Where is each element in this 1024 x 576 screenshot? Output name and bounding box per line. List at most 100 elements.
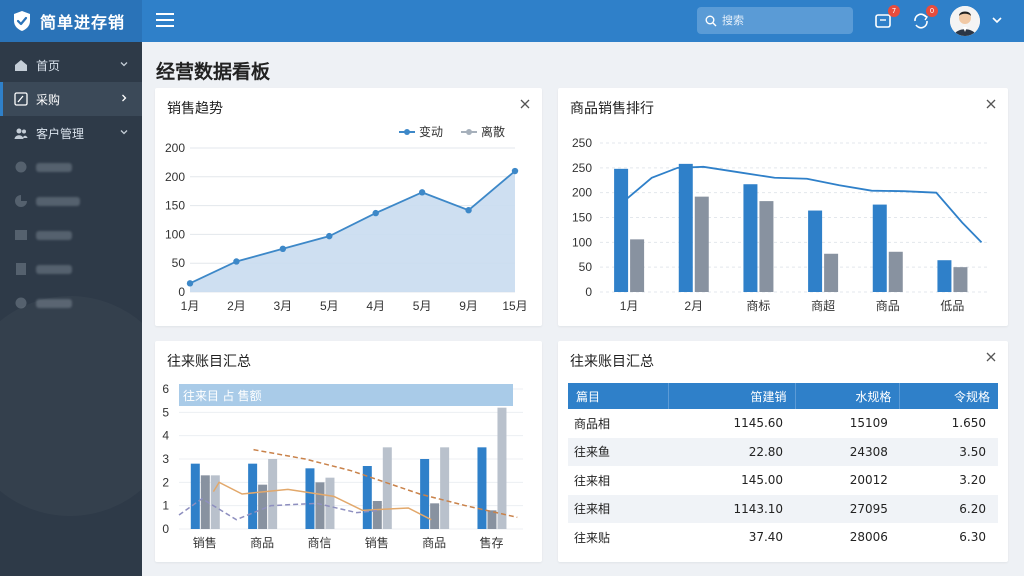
y-tick-label: 5: [162, 405, 169, 419]
x-tick-label: 销售: [365, 535, 389, 550]
bar: [382, 447, 392, 529]
edit-icon: [14, 92, 28, 106]
table-cell: 往来相: [574, 473, 611, 488]
chevron-down-icon[interactable]: [992, 15, 1002, 25]
bar: [477, 447, 487, 529]
card-title: 销售趋势: [167, 101, 223, 117]
search-box[interactable]: [697, 7, 853, 34]
y-tick-label: 250: [572, 136, 592, 150]
bar: [872, 204, 887, 292]
x-tick-label: 3月: [274, 299, 293, 313]
bar: [743, 184, 758, 292]
column-header[interactable]: 水规格: [795, 383, 901, 409]
y-tick-label: 250: [572, 161, 592, 175]
data-point: [279, 245, 287, 252]
table-row[interactable]: 往来相 145.00 20012 3.20: [568, 466, 998, 495]
table-cell: 37.40: [748, 530, 784, 545]
x-tick-label: 商超: [811, 298, 835, 313]
sidebar-item-blurred[interactable]: [0, 252, 142, 286]
bar: [694, 196, 709, 292]
accounts-chart-card: 0 1 2 3 4 5 6 往来目 占 售额 销售 商品 商信 销售 商品 售存 往来账目汇总: [155, 341, 542, 562]
data-point: [465, 207, 472, 214]
x-tick-label: 9月: [459, 299, 478, 313]
legend-label: 变动: [419, 124, 443, 139]
close-icon[interactable]: [986, 99, 996, 109]
chart-header-text: 往来目 占 售额: [183, 388, 262, 403]
bar: [190, 463, 200, 529]
message-button[interactable]: 0: [910, 5, 938, 32]
sidebar-item-label: 客户管理: [36, 126, 85, 141]
y-tick-label: 100: [572, 235, 592, 249]
menu-toggle-icon[interactable]: [156, 13, 174, 29]
legend-marker: [404, 129, 410, 135]
x-tick-label: 商标: [746, 298, 770, 313]
brand[interactable]: 简单进存销: [0, 0, 142, 42]
data-point: [186, 280, 194, 287]
y-tick-label: 200: [165, 141, 185, 155]
notification-button[interactable]: 7: [872, 5, 900, 32]
column-header[interactable]: 令规格: [899, 383, 998, 409]
bar: [372, 501, 382, 529]
legend-marker: [466, 129, 472, 135]
sidebar-item-home[interactable]: 首页: [0, 48, 142, 82]
bar: [759, 201, 774, 292]
product-ranking-chart: 0 50 100 150 200 250 250 1月 2月 商标 商超 商品 低品: [572, 136, 988, 313]
table-cell: 1145.60: [733, 416, 784, 431]
table-cell: 往来贴: [574, 530, 611, 545]
table-row[interactable]: 往来相 1143.10 27095 6.20: [568, 494, 998, 523]
table-cell: 6.20: [899, 494, 998, 523]
table-cell: 往来相: [568, 494, 669, 523]
column-header[interactable]: 笛建销: [668, 383, 796, 409]
blurred-label: [36, 162, 72, 172]
notification-badge: 7: [888, 5, 900, 17]
data-point: [372, 209, 379, 217]
table-row[interactable]: 往来鱼 22.80 24308 3.50: [568, 437, 998, 466]
brand-name: 简单进存销: [40, 13, 126, 32]
sales-trend-card: 0 50 100 150 200 200 1月 2月 3月 5月 4月 5月 9月 15月 变动 离散 销售趋…: [155, 88, 542, 326]
y-tick-label: 4: [162, 429, 169, 443]
search-input[interactable]: [722, 14, 842, 27]
table-cell: 27095: [795, 494, 900, 523]
x-tick-label: 1月: [620, 299, 639, 313]
user-avatar[interactable]: [950, 6, 980, 36]
bar: [497, 407, 507, 529]
sidebar-item-blurred[interactable]: [0, 150, 142, 184]
close-icon[interactable]: [520, 99, 530, 109]
pie-chart-icon: [15, 195, 27, 207]
card-title: 往来账目汇总: [570, 354, 654, 370]
table-cell: 28006: [849, 530, 888, 545]
sales-trend-chart: 0 50 100 150 200 200 1月 2月 3月 5月 4月 5月 9月 15月 变动 离散: [165, 124, 528, 313]
bar: [487, 510, 497, 529]
y-tick-label: 6: [162, 382, 169, 396]
sidebar-item-blurred[interactable]: [0, 218, 142, 252]
message-badge: 0: [926, 5, 938, 17]
table-cell: 15109: [849, 416, 888, 431]
search-icon: [705, 15, 717, 26]
y-tick-label: 0: [178, 285, 185, 299]
column-header[interactable]: 篇目: [568, 383, 670, 409]
accounts-table-card: 往来账目汇总 篇目 笛建销 水规格 令规格 商品相 1145.60 15109 1.6…: [558, 341, 1008, 562]
bar: [888, 251, 903, 292]
table-row[interactable]: 商品相 1145.60 15109 1.650: [568, 409, 998, 438]
bar: [305, 468, 315, 529]
bar: [953, 267, 968, 292]
top-bar: 简单进存销 7 0: [0, 0, 1024, 42]
blurred-label: [36, 196, 80, 206]
sidebar-item-blurred[interactable]: [0, 184, 142, 218]
settings-icon: [15, 297, 27, 309]
sidebar-item-purchase[interactable]: 采购: [0, 82, 142, 116]
finance-icon: [15, 161, 27, 173]
bar: [248, 463, 258, 529]
x-tick-label: 4月: [366, 299, 385, 313]
area-fill: [190, 171, 515, 292]
close-icon[interactable]: [986, 352, 996, 362]
table-cell: 22.80: [668, 437, 796, 466]
table-row[interactable]: 往来贴 37.40 28006 6.30: [568, 523, 998, 552]
sidebar-item-blurred[interactable]: [0, 286, 142, 320]
table-cell: 3.20: [959, 473, 986, 488]
report-icon: [15, 230, 27, 240]
sidebar-item-customers[interactable]: 客户管理: [0, 116, 142, 150]
bar: [268, 459, 278, 529]
y-tick-label: 50: [172, 256, 186, 270]
y-tick-label: 150: [165, 199, 185, 213]
